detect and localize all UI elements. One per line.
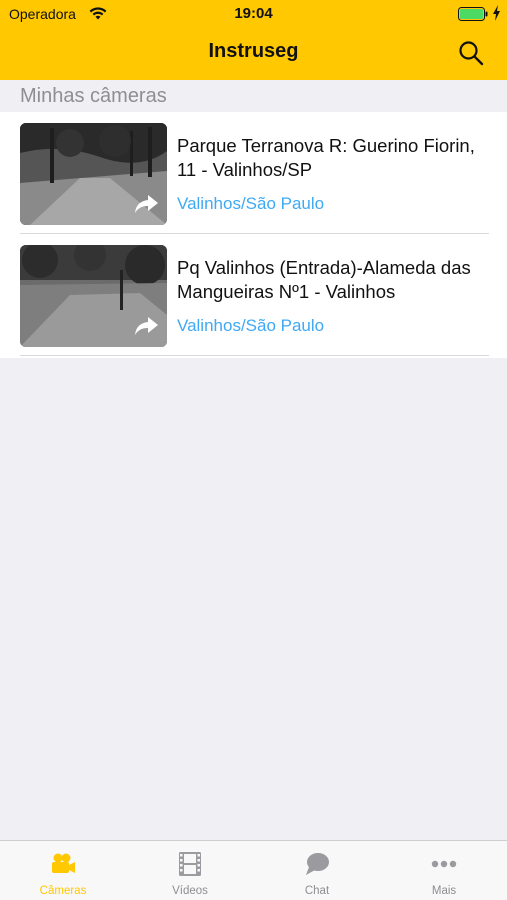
tab-label: Mais [431,885,457,897]
share-icon[interactable] [133,315,159,337]
more-dots-icon [431,860,457,868]
tab-cameras[interactable]: Câmeras [0,841,126,900]
camera-thumbnail[interactable] [20,245,167,347]
navigation-header: Operadora 19:04 Instruseg [0,0,507,80]
tab-chat[interactable]: Chat [254,841,380,900]
battery-charging-icon [458,7,488,21]
camera-row[interactable]: Pq Valinhos (Entrada)-Alameda das Mangue… [0,234,507,356]
tab-label: Chat [304,885,330,897]
status-time: 19:04 [234,5,273,22]
chat-bubble-icon [306,853,329,875]
tab-label: Vídeos [172,885,208,897]
camera-thumbnail[interactable] [20,123,167,225]
camera-location: Valinhos/São Paulo [177,316,325,335]
share-icon[interactable] [133,193,159,215]
camera-location: Valinhos/São Paulo [177,194,325,213]
row-divider [20,355,489,356]
status-bar: Operadora 19:04 [0,0,507,28]
video-camera-icon [52,853,75,873]
tab-label: Câmeras [39,885,87,897]
tab-more[interactable]: Mais [381,841,507,900]
camera-title: Pq Valinhos (Entrada)-Alameda das Mangue… [177,257,471,302]
camera-title: Parque Terranova R: Guerino Fiorin, 11 -… [177,135,475,180]
camera-row[interactable]: Parque Terranova R: Guerino Fiorin, 11 -… [0,112,507,234]
page-title: Instruseg [208,40,299,62]
tab-videos[interactable]: Vídeos [127,841,253,900]
charging-bolt-icon [493,5,500,21]
tab-bar: Câmeras Vídeos Chat Mais [0,840,507,900]
film-icon [179,852,201,876]
section-header: Minhas câmeras [20,85,167,107]
camera-list: Parque Terranova R: Guerino Fiorin, 11 -… [0,112,507,358]
search-icon[interactable] [456,38,486,68]
